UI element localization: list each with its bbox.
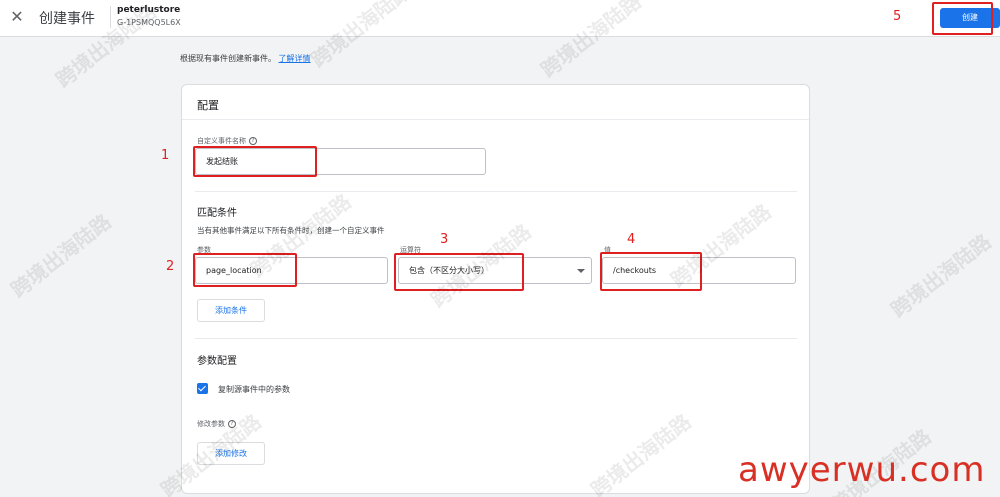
add-condition-button[interactable]: 添加条件 <box>197 299 265 322</box>
modify-params-label-row: 修改参数? <box>197 419 236 429</box>
section-divider <box>195 338 797 339</box>
annotation-number-2: 2 <box>166 259 175 274</box>
config-title: 配置 <box>197 99 219 112</box>
annotation-number-4: 4 <box>627 232 636 247</box>
site-watermark: awyerwu.com <box>738 450 986 490</box>
annotation-box-3 <box>394 253 524 291</box>
event-name-label: 自定义事件名称 <box>197 137 246 145</box>
top-app-bar: ✕ 创建事件 peterlustore G-1PSMQQ5L6X 创建 <box>0 0 1000 37</box>
property-id: G-1PSMQQ5L6X <box>117 18 181 27</box>
header-divider <box>110 6 111 28</box>
section-divider <box>195 191 797 192</box>
page-title: 创建事件 <box>39 11 95 27</box>
annotation-number-3: 3 <box>440 232 449 247</box>
modify-params-label: 修改参数 <box>197 420 225 428</box>
close-icon[interactable]: ✕ <box>8 8 26 26</box>
chevron-down-icon <box>577 269 585 273</box>
annotation-number-5: 5 <box>893 9 902 24</box>
copy-params-label: 复制源事件中的参数 <box>218 385 290 394</box>
learn-more-link[interactable]: 了解详情 <box>279 54 311 63</box>
annotation-box-4 <box>600 252 702 291</box>
card-divider <box>182 119 811 120</box>
property-name: peterlustore <box>117 5 181 15</box>
annotation-number-1: 1 <box>161 148 170 163</box>
help-icon[interactable]: ? <box>249 137 257 145</box>
add-modification-button[interactable]: 添加修改 <box>197 442 265 465</box>
intro-description: 根据现有事件创建新事件。 <box>180 54 276 63</box>
param-config-title: 参数配置 <box>197 356 237 367</box>
watermark-text: 跨境出海陆路 <box>886 229 996 323</box>
annotation-box-5 <box>932 2 993 35</box>
match-conditions-description: 当有其他事件满足以下所有条件时，创建一个自定义事件 <box>197 226 385 235</box>
watermark-text: 跨境出海陆路 <box>6 209 116 303</box>
copy-params-checkbox[interactable] <box>197 383 208 394</box>
intro-text: 根据现有事件创建新事件。 了解详情 <box>180 53 311 64</box>
help-icon[interactable]: ? <box>228 420 236 428</box>
event-name-label-row: 自定义事件名称? <box>197 136 257 146</box>
annotation-box-2 <box>193 253 297 287</box>
match-conditions-title: 匹配条件 <box>197 208 237 219</box>
annotation-box-1 <box>193 146 317 177</box>
